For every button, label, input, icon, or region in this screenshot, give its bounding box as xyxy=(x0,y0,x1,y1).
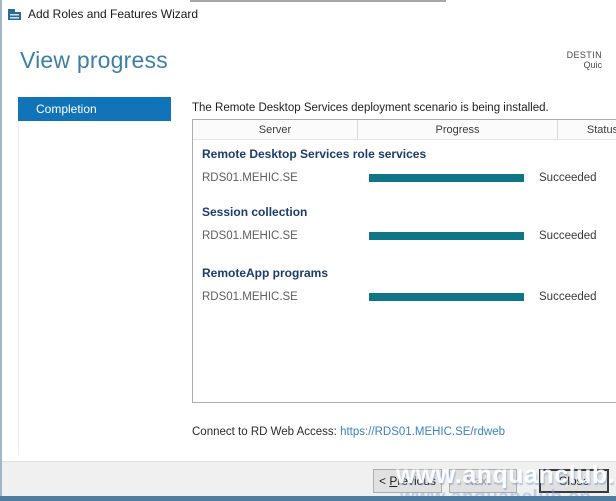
group-header-session-collection: Session collection xyxy=(202,205,616,219)
table-body: Remote Desktop Services role services RD… xyxy=(193,140,616,305)
destination-line2: Quic xyxy=(518,60,602,71)
group-header-role-services: Remote Desktop Services role services xyxy=(202,147,616,161)
sidebar-item-label: Completion xyxy=(18,102,97,116)
window-bottom-edge xyxy=(0,496,616,501)
table-row: RDS01.MEHIC.SE Succeeded xyxy=(202,289,616,305)
progress-bar-fill xyxy=(369,174,524,182)
title-bar: Add Roles and Features Wizard xyxy=(0,0,616,28)
column-header-progress: Progress xyxy=(358,120,558,139)
table-row: RDS01.MEHIC.SE Succeeded xyxy=(202,170,616,186)
progress-description: The Remote Desktop Services deployment s… xyxy=(192,102,549,114)
column-header-server: Server xyxy=(193,120,358,139)
watermark-text: www.anquanclub.cn xyxy=(396,461,616,490)
screenshot-viewport: Add Roles and Features Wizard View progr… xyxy=(0,0,616,501)
wizard-window: Add Roles and Features Wizard View progr… xyxy=(0,0,616,501)
wizard-steps-sidebar: Completion xyxy=(18,97,171,455)
wizard-icon xyxy=(8,7,22,21)
rd-web-access-label: Connect to RD Web Access: xyxy=(192,426,337,438)
destination-line1: DESTIN xyxy=(518,50,602,60)
server-name: RDS01.MEHIC.SE xyxy=(202,230,369,242)
progress-bar xyxy=(369,232,524,240)
progress-table: Server Progress Status Remote Desktop Se… xyxy=(192,119,616,403)
table-header-row: Server Progress Status xyxy=(193,120,616,140)
status-text: Succeeded xyxy=(539,291,597,303)
column-header-status: Status xyxy=(558,120,616,139)
server-name: RDS01.MEHIC.SE xyxy=(202,291,369,303)
progress-bar-fill xyxy=(369,232,524,240)
table-row: RDS01.MEHIC.SE Succeeded xyxy=(202,228,616,244)
status-text: Succeeded xyxy=(539,172,597,184)
screenshot-artifact xyxy=(190,0,446,2)
rd-web-access-note: Connect to RD Web Access: https://RDS01.… xyxy=(192,426,505,438)
destination-server-label: DESTIN Quic xyxy=(518,50,602,71)
window-title: Add Roles and Features Wizard xyxy=(28,7,198,21)
page-title: View progress xyxy=(20,47,168,74)
progress-bar-fill xyxy=(369,293,524,301)
sidebar-item-completion[interactable]: Completion xyxy=(18,97,171,121)
progress-bar xyxy=(369,174,524,182)
progress-bar xyxy=(369,293,524,301)
server-name: RDS01.MEHIC.SE xyxy=(202,172,369,184)
rd-web-access-link[interactable]: https://RDS01.MEHIC.SE/rdweb xyxy=(340,426,505,438)
status-text: Succeeded xyxy=(539,230,597,242)
group-header-remoteapp-programs: RemoteApp programs xyxy=(202,266,616,280)
window-left-edge xyxy=(0,0,2,501)
